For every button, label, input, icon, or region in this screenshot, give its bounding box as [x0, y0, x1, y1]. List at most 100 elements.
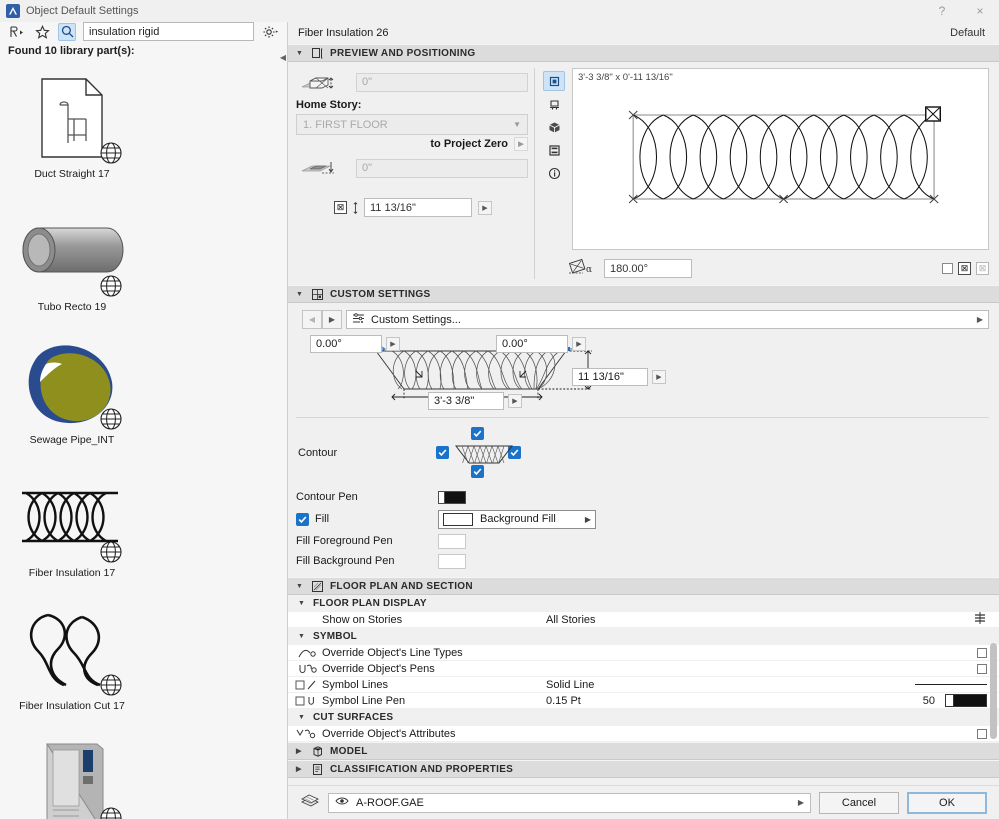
row-value[interactable]: 0.15 Pt [546, 695, 889, 707]
param-width-arrow-icon[interactable]: ▶ [508, 394, 522, 408]
section-preview-and-positioning[interactable]: ▼ PREVIEW AND POSITIONING [288, 44, 999, 62]
param-width-field[interactable]: 3'-3 3/8" [428, 392, 504, 410]
section-floor-plan-and-section[interactable]: ▼ FLOOR PLAN AND SECTION [288, 577, 999, 595]
section-classification-and-properties[interactable]: ▶ CLASSIFICATION AND PROPERTIES [288, 760, 999, 778]
to-project-zero-row[interactable]: to Project Zero ▶ [296, 135, 528, 154]
nav-prev-button[interactable]: ◀ [302, 310, 322, 329]
tree-group-header[interactable]: ▼ CUT SURFACES [288, 709, 999, 726]
contour-left-checkbox[interactable] [436, 446, 449, 459]
height-field-group: 11 13/16" ▶ [572, 368, 666, 386]
fill-checkbox[interactable] [296, 512, 309, 526]
library-item[interactable]: Стерилизатор Steelco VS 3-2 [0, 730, 144, 819]
mirror-checkbox[interactable] [942, 263, 953, 274]
preset-label[interactable]: Default [950, 27, 985, 39]
library-item[interactable]: Sewage Pipe_INT [0, 331, 144, 464]
section-custom-settings[interactable]: ▼ CUSTOM SETTINGS [288, 285, 999, 303]
library-item[interactable]: Tubo Recto 19 [0, 198, 144, 331]
fit-to-box-icon[interactable]: ⊠ [958, 262, 971, 275]
fill-swatch [443, 512, 473, 526]
line-type-swatch[interactable] [915, 684, 987, 685]
elevation-view-icon[interactable] [543, 94, 565, 114]
search-icon[interactable] [58, 22, 76, 41]
close-button[interactable]: × [961, 0, 999, 22]
layer-value: A-ROOF.GAE [356, 796, 424, 809]
table-row[interactable]: Override Object's Attributes [288, 726, 999, 742]
marquee-selection-icon[interactable]: ⊠ [976, 262, 989, 275]
row-checkbox[interactable] [977, 663, 987, 674]
row-checkbox[interactable] [977, 728, 987, 739]
tree-group-header[interactable]: ▼ SYMBOL [288, 628, 999, 645]
library-item[interactable]: Duct Straight 17 [0, 65, 144, 198]
section-floorplan-title: FLOOR PLAN AND SECTION [330, 580, 473, 592]
section-model[interactable]: ▶ MODEL [288, 742, 999, 760]
param-height-arrow-icon[interactable]: ▶ [652, 370, 666, 384]
stories-icon[interactable] [973, 611, 987, 628]
help-button[interactable]: ? [923, 0, 961, 22]
preview-options: ⊠ ⊠ [942, 262, 989, 275]
panel-collapse-handle[interactable]: ◀ [278, 44, 288, 70]
right-angle-arrow-icon[interactable]: ▶ [572, 337, 586, 351]
home-story-select[interactable]: 1. FIRST FLOOR ▼ [296, 114, 528, 135]
row-value[interactable]: Solid Line [546, 679, 889, 691]
search-input[interactable] [83, 22, 254, 41]
elevation-to-zero-icon [296, 154, 350, 182]
2d-symbol-view-icon[interactable] [543, 71, 565, 91]
left-angle-field[interactable]: 0.00° [310, 335, 382, 353]
left-angle-arrow-icon[interactable]: ▶ [386, 337, 400, 351]
pen-color-swatch[interactable] [945, 694, 987, 707]
fill-type-select[interactable]: Background Fill ▶ [438, 509, 596, 529]
right-angle-field[interactable]: 0.00° [496, 335, 568, 353]
param-height-field[interactable]: 11 13/16" [572, 368, 648, 386]
library-item[interactable]: Fiber Insulation Cut 17 [0, 597, 144, 730]
browse-library-icon[interactable] [8, 23, 26, 41]
tree-group-title: CUT SURFACES [313, 712, 394, 723]
layers-icon[interactable] [300, 793, 320, 812]
library-items-grid: Duct Straight 17 Tubo Recto 19 Sewage Pipe… [0, 65, 287, 819]
nav-next-button[interactable]: ▶ [322, 310, 342, 329]
row-value[interactable]: All Stories [546, 614, 889, 626]
table-row[interactable]: Override Object's Pens [288, 661, 999, 677]
custom-settings-field[interactable]: Custom Settings... ▶ [346, 310, 989, 329]
star-favorites-icon[interactable] [33, 23, 51, 41]
fill-row: Fill Background Fill ▶ [296, 507, 989, 531]
contour-top-checkbox[interactable] [471, 427, 484, 440]
preview-canvas[interactable]: 3'-3 3/8" x 0'-11 13/16" [572, 68, 989, 250]
library-item[interactable]: Fiber Insulation 17 [0, 464, 144, 597]
table-row[interactable]: Show on Stories All Stories [288, 612, 999, 628]
elevation-to-story-field[interactable]: 0" [356, 72, 528, 92]
fill-foreground-pen-swatch[interactable] [438, 533, 466, 549]
archicad-object-icon [6, 4, 20, 18]
layer-select[interactable]: A-ROOF.GAE ▶ [328, 792, 811, 813]
row-label: Override Object's Line Types [322, 646, 463, 659]
custom-settings-arrow-icon[interactable]: ▶ [977, 315, 983, 324]
settings-scrollbar-thumb[interactable] [990, 643, 997, 739]
3d-view-icon[interactable] [543, 117, 565, 137]
table-row[interactable]: Override Object's Line Types [288, 645, 999, 661]
eye-icon[interactable] [335, 796, 349, 809]
window-buttons: ? × [923, 0, 999, 22]
floor-plan-section-icon [311, 580, 324, 593]
contour-pen-swatch[interactable] [438, 490, 466, 504]
ok-button[interactable]: OK [907, 791, 987, 814]
gear-icon[interactable] [261, 23, 279, 41]
rotation-angle-field[interactable]: 180.00° [604, 259, 692, 278]
library-items-scroll[interactable]: Duct Straight 17 Tubo Recto 19 Sewage Pipe… [0, 63, 287, 819]
row-control [889, 647, 999, 658]
table-row[interactable]: Symbol Lines Solid Line [288, 677, 999, 693]
fill-popup-arrow-icon[interactable]: ▶ [585, 515, 591, 524]
cancel-button[interactable]: Cancel [819, 791, 899, 814]
pen-override-icon [288, 663, 322, 675]
fill-background-pen-swatch[interactable] [438, 553, 466, 569]
thickness-field[interactable]: 11 13/16" [364, 198, 472, 217]
settings-scrollbar[interactable] [990, 639, 998, 779]
table-row[interactable]: Symbol Line Pen 0.15 Pt 50 [288, 693, 999, 709]
info-view-icon[interactable] [543, 163, 565, 183]
to-project-zero-arrow-icon[interactable]: ▶ [514, 137, 528, 151]
tree-group-header[interactable]: ▼ FLOOR PLAN DISPLAY [288, 595, 999, 612]
layer-popup-arrow-icon[interactable]: ▶ [798, 798, 804, 807]
row-checkbox[interactable] [977, 647, 987, 658]
section-view-icon[interactable] [543, 140, 565, 160]
elevation-to-zero-field[interactable]: 0" [356, 158, 528, 178]
thickness-popup-arrow-icon[interactable]: ▶ [478, 200, 492, 215]
globe-icon [100, 674, 122, 696]
